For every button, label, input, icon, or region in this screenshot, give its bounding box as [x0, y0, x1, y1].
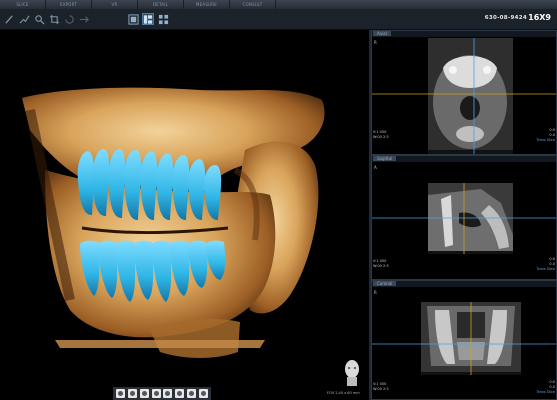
- axial-level-value: W:00 2:3: [373, 135, 389, 139]
- coronal-info-right: 0:0 0.0 Trans Slice: [536, 380, 555, 395]
- render-tool-6-icon[interactable]: [175, 389, 185, 398]
- sagittal-crosshair[interactable]: [371, 155, 557, 280]
- sagittal-info-right: 0:0 0.0 Trans Slice: [536, 257, 555, 272]
- coronal-info-left: V:1 000 W:00 2:3: [373, 382, 389, 392]
- layout-1-tool-icon[interactable]: [127, 13, 139, 25]
- menu-tab-vr[interactable]: VR: [92, 0, 138, 9]
- axial-info-left: V:1 000 W:00 2:3: [373, 130, 389, 140]
- axial-crosshair[interactable]: [371, 30, 557, 155]
- menu-tab-export[interactable]: EXPORT: [46, 0, 92, 9]
- sagittal-panel-header: Sagittal: [371, 155, 557, 162]
- render-tool-2-icon[interactable]: [128, 389, 138, 398]
- sagittal-level-value: W:00 2:3: [373, 264, 389, 268]
- render-tool-5-icon[interactable]: [163, 389, 173, 398]
- render-controls-toolbar: [113, 387, 211, 400]
- measure-line-tool-icon[interactable]: [18, 13, 30, 25]
- arrow-tool-icon[interactable]: [78, 13, 90, 25]
- menu-tab-consult[interactable]: CONSULT: [230, 0, 276, 9]
- sagittal-orientation-marker: A: [374, 165, 377, 170]
- coronal-panel-label[interactable]: Coronal: [373, 281, 397, 286]
- menu-tab-slice[interactable]: SLICE: [0, 0, 46, 9]
- patient-id: 630-08-9424: [484, 15, 527, 21]
- zoom-tool-icon[interactable]: [33, 13, 45, 25]
- toolbar: 630-08-9424 16X9: [0, 9, 557, 30]
- menu-tab-measure[interactable]: MEASURE: [184, 0, 230, 9]
- menu-tab-detail[interactable]: DETAIL: [138, 0, 184, 9]
- rotate-tool-icon[interactable]: [63, 13, 75, 25]
- layout-2-tool-icon[interactable]: [142, 13, 154, 25]
- volume-render-viewport[interactable]: [0, 30, 370, 400]
- render-tool-4-icon[interactable]: [151, 389, 161, 398]
- sagittal-view-panel[interactable]: Sagittal A V:1 000 W:00 2:3 0:0 0.0 Tran…: [371, 155, 557, 280]
- render-tool-1-icon[interactable]: [116, 389, 126, 398]
- ct-viewer-app: SLICE EXPORT VR DETAIL MEASURE CONSULT 6…: [0, 0, 557, 400]
- axial-panel-label[interactable]: Axial: [373, 31, 391, 36]
- axial-slice-link[interactable]: Trans Slice: [536, 138, 555, 143]
- orientation-head-icon[interactable]: [341, 358, 363, 388]
- fov-readout: FOV 2.40 x 60 mm: [327, 391, 360, 395]
- sagittal-slice-link[interactable]: Trans Slice: [536, 267, 555, 272]
- coronal-panel-header: Coronal: [371, 280, 557, 287]
- axial-orientation-marker: R: [374, 40, 377, 45]
- render-tool-8-icon[interactable]: [198, 389, 208, 398]
- pointer-tool-icon[interactable]: [3, 13, 15, 25]
- sagittal-info-left: V:1 000 W:00 2:3: [373, 259, 389, 269]
- coronal-slice-link[interactable]: Trans Slice: [536, 390, 555, 395]
- axial-info-right: 0:0 0.0 Trans Slice: [536, 128, 555, 143]
- coronal-level-value: W:00 2:3: [373, 387, 389, 391]
- patient-number: 16X9: [528, 13, 551, 22]
- menu-bar: SLICE EXPORT VR DETAIL MEASURE CONSULT: [0, 0, 557, 9]
- jaw-3d-render: [22, 87, 325, 358]
- axial-view-panel[interactable]: Axial R V:1 000 W:00 2:3 0:0 0.0 Trans S…: [371, 30, 557, 155]
- coronal-orientation-marker: R: [374, 290, 377, 295]
- layout-3-tool-icon[interactable]: [157, 13, 169, 25]
- axial-panel-header: Axial: [371, 30, 557, 37]
- crop-tool-icon[interactable]: [48, 13, 60, 25]
- render-tool-7-icon[interactable]: [186, 389, 196, 398]
- coronal-view-panel[interactable]: Coronal R V:1 000 W:00 2:3 0:0 0.0 Trans…: [371, 280, 557, 400]
- render-tool-3-icon[interactable]: [139, 389, 149, 398]
- coronal-crosshair[interactable]: [371, 280, 557, 400]
- sagittal-panel-label[interactable]: Sagittal: [373, 156, 397, 161]
